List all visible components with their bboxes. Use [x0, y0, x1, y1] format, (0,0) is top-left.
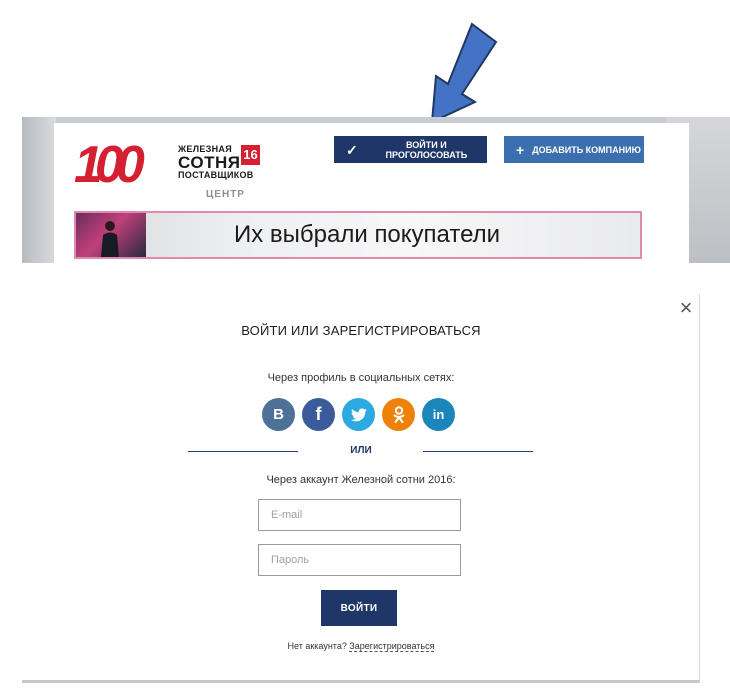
plus-icon: + — [516, 141, 525, 158]
modal-title: ВОЙТИ ИЛИ ЗАРЕГИСТРИРОВАТЬСЯ — [241, 323, 481, 338]
linkedin-login-button[interactable]: in — [422, 398, 455, 431]
logo-line3: ПОСТАВЩИКОВ — [178, 170, 254, 180]
linkedin-icon: in — [432, 407, 445, 422]
banner-text: Их выбрали покупатели — [234, 221, 501, 248]
add-company-label: ДОБАВИТЬ КОМПАНИЮ — [532, 144, 641, 155]
vk-login-button[interactable]: B — [262, 398, 295, 431]
vk-icon: B — [273, 406, 284, 423]
twitter-login-button[interactable] — [342, 398, 375, 431]
person-silhouette-icon — [101, 221, 119, 257]
twitter-icon — [350, 407, 367, 421]
register-link[interactable]: Зарегистрироваться — [349, 641, 435, 652]
odnoklassniki-icon — [393, 405, 404, 423]
logo-region: ЦЕНТР — [206, 189, 245, 200]
login-button[interactable]: ВОЙТИ — [321, 590, 397, 626]
site-logo[interactable]: 100 ЖЕЛЕЗНАЯ СОТНЯ ПОСТАВЩИКОВ 16 ЦЕНТР — [74, 136, 274, 200]
login-and-vote-label: ВОЙТИ И ПРОГОЛОСОВАТЬ — [385, 139, 468, 160]
logo-year-badge: 16 — [241, 145, 260, 165]
or-label: ИЛИ — [350, 445, 372, 456]
divider-right — [423, 451, 533, 452]
no-account-text: Нет аккаунта? — [287, 641, 347, 651]
register-prompt: Нет аккаунта? Зарегистрироваться — [22, 641, 700, 652]
annotation-arrow-icon — [430, 22, 498, 124]
add-company-button[interactable]: + ДОБАВИТЬ КОМПАНИЮ — [504, 136, 644, 163]
password-field[interactable] — [258, 544, 461, 576]
facebook-icon: f — [315, 404, 322, 424]
header-bg-left — [22, 117, 56, 263]
social-login-row: B f in — [262, 398, 455, 431]
odnoklassniki-login-button[interactable] — [382, 398, 415, 431]
close-icon[interactable]: × — [678, 297, 694, 319]
site-header: Б П Г 100 ЖЕЛЕЗНАЯ СОТНЯ ПОСТАВЩИКОВ 16 … — [22, 117, 730, 263]
login-and-vote-button[interactable]: ✓ ВОЙТИ И ПРОГОЛОСОВАТЬ — [334, 136, 487, 163]
banner-photo — [76, 213, 146, 257]
account-caption: Через аккаунт Железной сотни 2016: — [266, 474, 456, 486]
promo-banner[interactable]: Их выбрали покупатели — [74, 211, 642, 259]
logo-number: 100 — [74, 136, 145, 194]
email-field[interactable] — [258, 499, 461, 531]
login-modal: × ВОЙТИ ИЛИ ЗАРЕГИСТРИРОВАТЬСЯ Через про… — [22, 294, 700, 683]
checkmark-icon: ✓ — [346, 141, 358, 158]
facebook-login-button[interactable]: f — [302, 398, 335, 431]
social-caption: Через профиль в социальных сетях: — [267, 372, 455, 384]
